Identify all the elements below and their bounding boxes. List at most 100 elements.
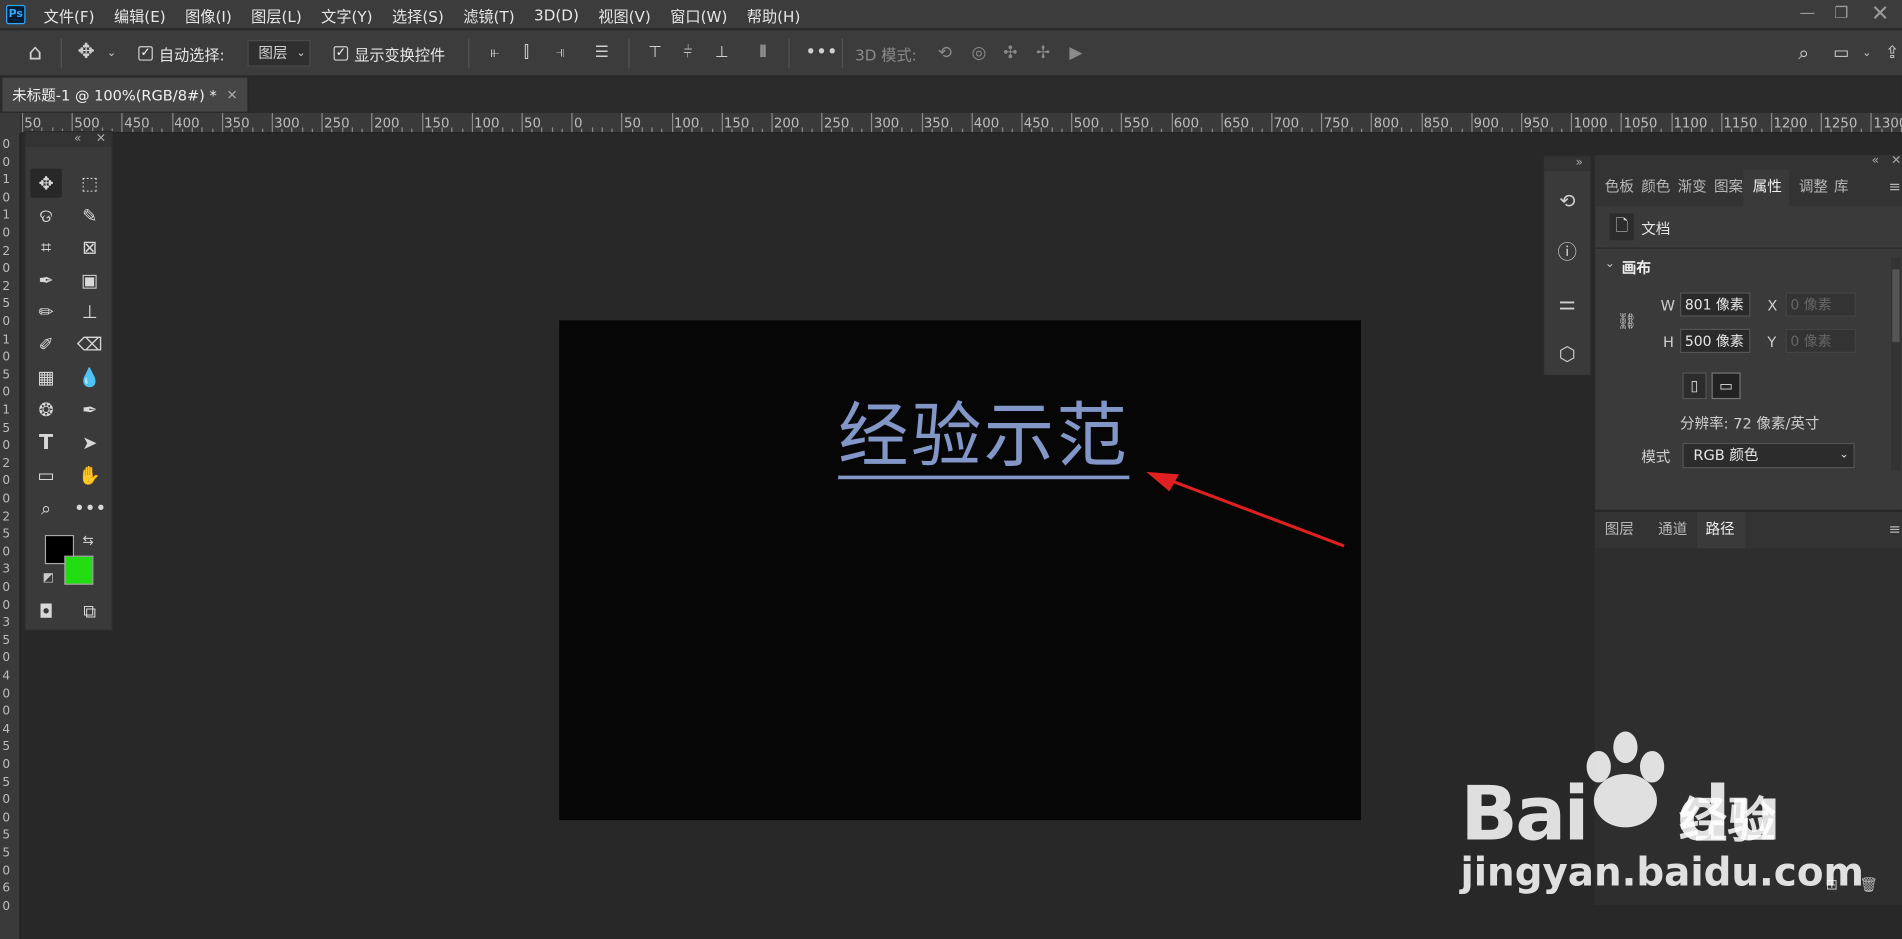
y-field[interactable]: 0 像素 — [1785, 328, 1856, 354]
link-icon[interactable]: ⛓ — [1617, 313, 1637, 331]
restore-button[interactable]: ❐ — [1829, 2, 1853, 26]
menu-filter[interactable]: 滤镜(T) — [463, 3, 514, 26]
show-transform-checkbox[interactable]: ✓ — [333, 46, 349, 61]
landscape-icon[interactable]: ▭ — [1711, 372, 1741, 400]
tab-libraries[interactable]: 库 — [1834, 170, 1868, 206]
chevron-down-icon[interactable]: ⌄ — [104, 41, 119, 65]
3d-pan-icon[interactable]: ✣ — [997, 41, 1024, 65]
tab-adjustments[interactable]: 调整 — [1799, 170, 1833, 206]
info-panel-icon[interactable]: ⓘ — [1551, 237, 1583, 269]
more-tools-icon[interactable]: ••• — [74, 494, 106, 523]
chevron-down-icon[interactable]: ⌄ — [1605, 257, 1615, 270]
search-icon[interactable]: ⌕ — [1792, 41, 1816, 65]
crop-tool-icon[interactable]: ⌗ — [30, 233, 62, 262]
align-hcenter-icon[interactable]: ⫿ — [514, 41, 538, 65]
3d-slide-icon[interactable]: ✢ — [1030, 41, 1057, 65]
height-field[interactable]: 500 像素 — [1680, 328, 1751, 354]
adjustments-panel-icon[interactable]: ⚌ — [1551, 288, 1583, 320]
home-icon[interactable]: ⌂ — [22, 41, 49, 65]
quick-select-tool-icon[interactable]: ✎ — [74, 201, 106, 230]
document-canvas[interactable]: 经验示范 — [559, 320, 1361, 821]
tab-layers[interactable]: 图层 — [1605, 512, 1649, 548]
menu-select[interactable]: 选择(S) — [392, 3, 444, 26]
x-field[interactable]: 0 像素 — [1785, 292, 1856, 317]
share-icon[interactable]: ⇪ — [1883, 41, 1902, 65]
background-color-swatch[interactable] — [64, 555, 94, 585]
auto-select-target-dropdown[interactable]: 图层 ⌄ — [247, 40, 311, 67]
tab-channels[interactable]: 通道 — [1653, 512, 1697, 548]
3d-panel-icon[interactable]: ⬡ — [1551, 338, 1583, 370]
collapse-icon[interactable]: « — [1872, 154, 1879, 167]
collapse-icon[interactable]: « — [74, 132, 81, 147]
tab-properties[interactable]: 属性 — [1743, 169, 1790, 207]
panel-menu-icon[interactable]: ≡ — [1889, 170, 1902, 206]
type-tool-icon[interactable]: T — [30, 428, 62, 457]
menu-file[interactable]: 文件(F) — [44, 3, 95, 26]
brush-tool-icon[interactable]: ✏ — [30, 297, 62, 326]
close-icon[interactable]: ✕ — [1891, 154, 1901, 167]
zoom-tool-icon[interactable]: ⌕ — [30, 494, 62, 523]
menu-3d[interactable]: 3D(D) — [534, 5, 579, 23]
swap-colors-icon[interactable]: ⇆ — [82, 533, 93, 549]
close-window-button[interactable]: ✕ — [1868, 2, 1892, 26]
mode-dropdown[interactable]: RGB 颜色 ⌄ — [1682, 442, 1855, 469]
frame-tool-icon[interactable]: ⊠ — [74, 233, 106, 262]
marquee-tool-icon[interactable]: ⬚ — [74, 169, 106, 198]
panel-menu-icon[interactable]: ≡ — [1889, 512, 1902, 548]
menu-type[interactable]: 文字(Y) — [321, 3, 372, 26]
quick-mask-icon[interactable]: ◘ — [30, 597, 62, 626]
portrait-icon[interactable]: ▯ — [1682, 372, 1707, 400]
history-panel-icon[interactable]: ⟲ — [1551, 186, 1583, 218]
align-top-icon[interactable]: ⊤ — [643, 41, 667, 65]
hand-tool-icon[interactable]: ✋ — [74, 461, 106, 490]
align-right-icon[interactable]: ⫣ — [548, 41, 572, 65]
menu-help[interactable]: 帮助(H) — [747, 3, 801, 26]
tab-paths[interactable]: 路径 — [1696, 511, 1746, 549]
distribute-vertical-icon[interactable]: ⫴ — [751, 41, 775, 65]
dodge-tool-icon[interactable]: ❂ — [30, 396, 62, 425]
auto-select-checkbox[interactable]: ✓ — [138, 46, 153, 61]
menu-layer[interactable]: 图层(L) — [251, 3, 302, 26]
close-icon[interactable]: ✕ — [96, 132, 106, 147]
default-colors-icon[interactable]: ◩ — [42, 571, 53, 584]
rectangle-tool-icon[interactable]: ▭ — [30, 461, 62, 490]
lasso-tool-icon[interactable]: ଡ — [30, 201, 62, 230]
path-select-tool-icon[interactable]: ➤ — [74, 428, 106, 457]
align-bottom-icon[interactable]: ⊥ — [710, 41, 734, 65]
tab-gradient[interactable]: 渐变 — [1678, 170, 1712, 206]
menu-view[interactable]: 视图(V) — [598, 3, 651, 26]
eraser-tool-icon[interactable]: ⌫ — [74, 330, 106, 359]
distribute-icon[interactable]: ☰ — [590, 41, 614, 65]
blur-tool-icon[interactable]: 💧 — [74, 363, 106, 392]
pen-tool-icon[interactable]: ✒ — [74, 396, 106, 425]
vertical-ruler[interactable]: 0010102025010501502002503003504004505005… — [0, 133, 21, 939]
close-tab-icon[interactable]: ✕ — [226, 87, 237, 103]
horizontal-ruler[interactable]: 50 500 450 400 350 300 250 200 150 100 50 0 50 100 150… — [21, 112, 1902, 134]
align-left-icon[interactable]: ⫦ — [483, 41, 507, 65]
screen-mode-icon[interactable]: ⧉ — [74, 597, 106, 626]
menu-image[interactable]: 图像(I) — [185, 3, 232, 26]
stamp-tool-icon[interactable]: ⊥ — [74, 297, 106, 326]
gradient-tool-icon[interactable]: ▦ — [30, 363, 62, 392]
3d-roll-icon[interactable]: ◎ — [966, 41, 993, 65]
document-tab[interactable]: 未标题-1 @ 100%(RGB/8#) * ✕ — [2, 77, 249, 112]
toolbox-header[interactable]: « ✕ — [25, 132, 112, 147]
expand-panels-icon[interactable]: » — [1544, 156, 1591, 172]
history-brush-tool-icon[interactable]: ✐ — [30, 330, 62, 359]
3d-camera-icon[interactable]: ▶ — [1063, 41, 1090, 65]
more-options-icon[interactable]: ••• — [805, 40, 837, 64]
move-tool-icon[interactable]: ✥ — [73, 40, 100, 64]
spot-heal-tool-icon[interactable]: ▣ — [74, 266, 106, 295]
3d-orbit-icon[interactable]: ⟲ — [932, 41, 959, 65]
align-vcenter-icon[interactable]: ⫩ — [676, 41, 700, 65]
menu-edit[interactable]: 编辑(E) — [114, 3, 166, 26]
scrollbar[interactable] — [1891, 257, 1901, 471]
canvas-text-layer[interactable]: 经验示范 — [838, 396, 1130, 480]
menu-window[interactable]: 窗口(W) — [670, 3, 727, 26]
eyedropper-tool-icon[interactable]: ✒ — [30, 266, 62, 295]
move-tool-icon[interactable]: ✥ — [30, 168, 62, 198]
width-field[interactable]: 801 像素 — [1680, 292, 1751, 317]
scrollbar-thumb[interactable] — [1892, 269, 1900, 343]
minimize-button[interactable]: — — [1795, 2, 1819, 26]
chevron-down-icon[interactable]: ⌄ — [1860, 41, 1875, 65]
